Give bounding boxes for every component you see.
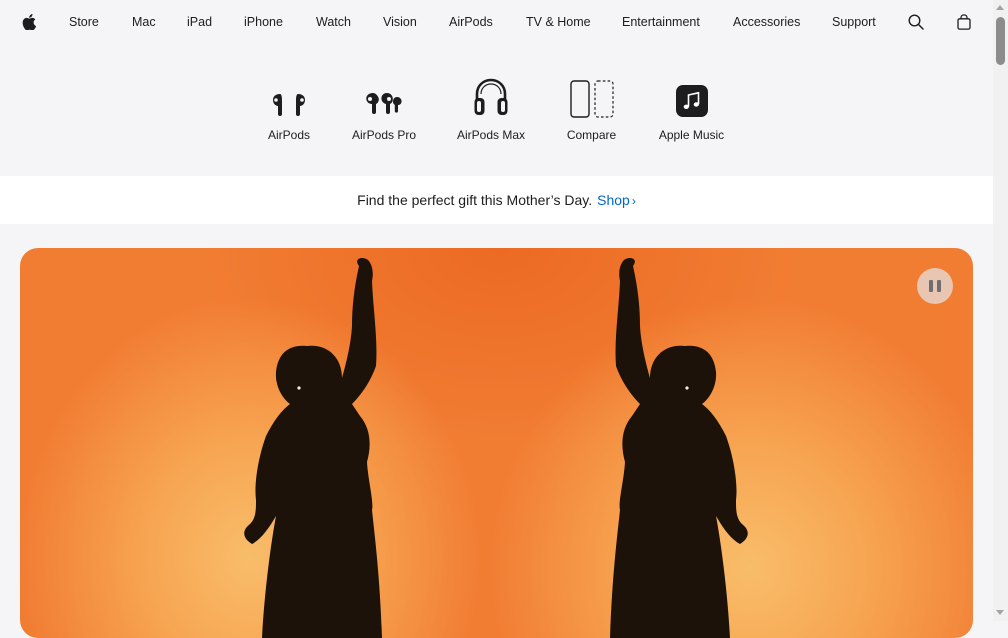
airpods-pro-icon	[364, 76, 404, 118]
nav-item-mac[interactable]: Mac	[132, 0, 156, 44]
search-icon[interactable]	[908, 0, 924, 44]
global-nav: Store Mac iPad iPhone Watch Vision AirPo…	[0, 0, 993, 44]
nav-item-vision[interactable]: Vision	[383, 0, 417, 44]
scrollbar-thumb[interactable]	[996, 17, 1005, 65]
chapter-item-compare[interactable]: Compare	[566, 76, 617, 142]
nav-item-support[interactable]: Support	[832, 0, 876, 44]
chapter-item-apple-music[interactable]: Apple Music	[657, 76, 726, 142]
scroll-up-icon[interactable]	[996, 5, 1004, 10]
hero-silhouettes-image	[244, 258, 748, 638]
scroll-down-icon[interactable]	[996, 610, 1004, 615]
promo-ribbon: Find the perfect gift this Mother’s Day.…	[0, 176, 993, 224]
nav-item-ipad[interactable]: iPad	[187, 0, 212, 44]
page-scrollbar[interactable]	[993, 0, 1008, 621]
nav-item-accessories[interactable]: Accessories	[733, 0, 800, 44]
ribbon-text: Find the perfect gift this Mother’s Day.	[357, 192, 593, 208]
airpods-max-icon	[473, 76, 509, 118]
nav-item-airpods[interactable]: AirPods	[449, 0, 493, 44]
airpods-icon	[270, 76, 308, 118]
nav-item-watch[interactable]: Watch	[316, 0, 351, 44]
apple-logo-icon[interactable]	[22, 0, 36, 44]
shopping-bag-icon[interactable]	[957, 0, 971, 44]
pause-icon-bar	[937, 280, 941, 292]
product-chapter-nav: AirPods AirPods Pro AirPods Max Compare …	[0, 44, 993, 176]
chapter-item-label: AirPods	[267, 128, 311, 142]
nav-item-entertainment[interactable]: Entertainment	[622, 0, 700, 44]
nav-item-store[interactable]: Store	[69, 0, 99, 44]
chapter-item-airpods[interactable]: AirPods	[267, 76, 311, 142]
chapter-item-label: AirPods Max	[456, 128, 526, 142]
chevron-right-icon: ›	[631, 194, 636, 208]
hero-banner	[20, 248, 973, 638]
ribbon-shop-label: Shop	[597, 192, 630, 208]
apple-music-icon	[675, 76, 709, 118]
chapter-item-airpods-max[interactable]: AirPods Max	[456, 76, 526, 142]
chapter-item-label: Apple Music	[658, 128, 725, 142]
chapter-item-label: Compare	[566, 128, 617, 142]
pause-button[interactable]	[917, 268, 953, 304]
ribbon-shop-link[interactable]: Shop ›	[597, 192, 636, 208]
nav-item-tv-home[interactable]: TV & Home	[526, 0, 591, 44]
compare-icon	[568, 76, 616, 118]
pause-icon	[929, 280, 933, 292]
chapter-item-airpods-pro[interactable]: AirPods Pro	[351, 76, 417, 142]
nav-item-iphone[interactable]: iPhone	[244, 0, 283, 44]
chapter-item-label: AirPods Pro	[351, 128, 417, 142]
